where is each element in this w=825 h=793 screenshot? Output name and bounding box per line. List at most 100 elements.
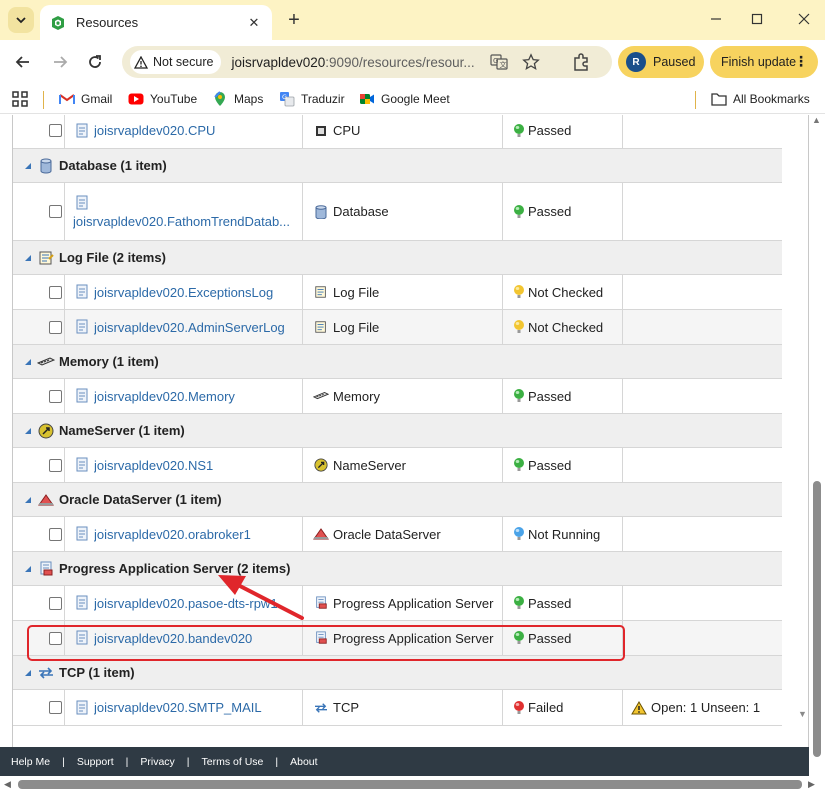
tab-close-icon[interactable]: ✕ [246,15,262,31]
group-header-nameserver[interactable]: NameServer (1 item) [13,414,782,448]
finish-update-button[interactable]: Finish update ⋮ [710,46,818,78]
resource-link[interactable]: joisrvapldev020.NS1 [94,458,213,473]
horizontal-scrollbar[interactable]: ◀ ▶ [0,776,825,793]
tcp-icon [313,700,329,716]
forward-button[interactable] [47,49,73,75]
group-header-tcp[interactable]: TCP (1 item) [13,656,782,690]
resource-doc-icon [73,456,91,474]
row-checkbox[interactable] [49,527,62,541]
resource-doc-icon [73,283,91,301]
tab-title: Resources [76,15,139,30]
nameserver-icon [37,422,55,440]
row-checkbox[interactable] [49,389,62,403]
svg-text:文: 文 [500,60,507,69]
bookmark-star-icon[interactable] [522,53,540,71]
group-label: Memory (1 item) [59,354,159,369]
resource-type: CPU [333,123,361,138]
minimize-icon[interactable] [702,6,730,32]
bookmark-traduzir[interactable]: G Traduzir [279,91,345,107]
row-checkbox[interactable] [49,205,62,218]
resource-doc-icon [73,629,91,647]
row-checkbox[interactable] [49,458,62,472]
all-bookmarks-button[interactable]: All Bookmarks [711,91,810,107]
resource-link[interactable]: joisrvapldev020.pasoe-dts-rpw1 [94,596,278,611]
bookmark-label: Google Meet [381,92,450,106]
footer-separator: | [125,755,129,768]
bookmark-youtube[interactable]: YouTube [128,91,197,107]
footer-link-privacy[interactable]: Privacy [140,756,174,768]
nameserver-icon [313,457,329,473]
collapse-triangle-icon[interactable] [13,496,37,504]
scroll-down-arrow-icon[interactable]: ▼ [798,709,807,719]
not-secure-label: Not secure [153,55,214,69]
collapse-triangle-icon[interactable] [13,565,37,573]
new-tab-button[interactable]: + [282,8,306,32]
translate-page-icon[interactable]: G文 [490,53,508,71]
row-checkbox[interactable] [49,320,62,334]
memory-icon [37,353,55,371]
resource-link[interactable]: joisrvapldev020.ExceptionsLog [94,285,273,300]
bookmarks-separator [43,91,44,109]
site-info-chip[interactable]: Not secure [130,50,222,74]
scroll-up-arrow-icon[interactable]: ▲ [812,115,821,125]
resource-link[interactable]: joisrvapldev020.AdminServerLog [94,320,285,335]
group-header-memory[interactable]: Memory (1 item) [13,345,782,379]
collapse-triangle-icon[interactable] [13,427,37,435]
table-row: joisrvapldev020.pasoe-dts-rpw1 Progress … [13,586,782,621]
row-checkbox[interactable] [49,124,62,137]
group-header-log-file[interactable]: Log File (2 items) [13,241,782,275]
url-text[interactable]: joisrvapldev020:9090/resources/resour... [231,55,489,70]
maximize-icon[interactable] [743,6,771,32]
page-scrollbar[interactable]: ▲ [809,115,825,776]
collapse-triangle-icon[interactable] [13,669,37,677]
collapse-triangle-icon[interactable] [13,358,37,366]
footer-separator: | [186,755,190,768]
resource-link[interactable]: joisrvapldev020.orabroker1 [94,527,251,542]
bookmark-gmail[interactable]: Gmail [59,91,112,107]
resource-link[interactable]: joisrvapldev020.bandev020 [94,631,252,646]
group-label: NameServer (1 item) [59,423,185,438]
address-bar[interactable]: Not secure joisrvapldev020:9090/resource… [122,46,612,78]
footer-link-terms[interactable]: Terms of Use [202,756,264,768]
tab-search-button[interactable] [8,7,34,33]
status-text: Not Running [528,526,601,542]
row-checkbox[interactable] [49,285,62,299]
profile-paused-button[interactable]: R Paused [618,46,704,78]
footer-link-about[interactable]: About [290,756,317,768]
apps-grid-button[interactable] [12,91,28,107]
resource-link[interactable]: joisrvapldev020.SMTP_MAIL [94,700,262,715]
resource-doc-icon [73,594,91,612]
browser-tab[interactable]: Resources ✕ [40,5,272,40]
horizontal-scrollbar-thumb[interactable] [18,780,802,789]
group-header-progress-application-server[interactable]: Progress Application Server (2 items) [13,552,782,586]
row-checkbox[interactable] [49,596,62,610]
bookmark-maps[interactable]: Maps [212,91,263,107]
resource-link[interactable]: joisrvapldev020.FathomTrendDatab... [73,214,290,229]
resource-type: Progress Application Server [333,595,494,611]
reload-button[interactable] [82,49,108,75]
scroll-left-arrow-icon[interactable]: ◀ [4,779,11,790]
group-header-oracle-dataserver[interactable]: Oracle DataServer (1 item) [13,483,782,517]
row-checkbox[interactable] [49,631,62,645]
resource-link[interactable]: joisrvapldev020.CPU [94,123,215,138]
more-menu-icon[interactable]: ⋮ [794,52,808,70]
status-green-icon [512,204,526,220]
alert-text[interactable]: Open: 1 Unseen: 1 [651,700,760,715]
group-header-database[interactable]: Database (1 item) [13,149,782,183]
collapse-triangle-icon[interactable] [13,162,37,170]
resource-link[interactable]: joisrvapldev020.Memory [94,389,235,404]
resources-panel: joisrvapldev020.CPU CPU Passed Database … [12,115,809,747]
row-checkbox[interactable] [49,701,62,714]
extensions-icon[interactable] [570,51,592,73]
resource-doc-icon [73,194,91,212]
close-window-icon[interactable] [790,6,818,32]
footer-link-support[interactable]: Support [77,756,114,768]
bookmark-google-meet[interactable]: Google Meet [359,91,450,107]
back-button[interactable] [10,49,36,75]
collapse-triangle-icon[interactable] [13,254,37,262]
status-green-icon [512,630,526,646]
scroll-right-arrow-icon[interactable]: ▶ [808,779,815,790]
footer-link-help[interactable]: Help Me [11,756,50,768]
page-scrollbar-thumb[interactable] [813,481,821,757]
table-scrollbar[interactable]: ▼ [795,115,808,747]
